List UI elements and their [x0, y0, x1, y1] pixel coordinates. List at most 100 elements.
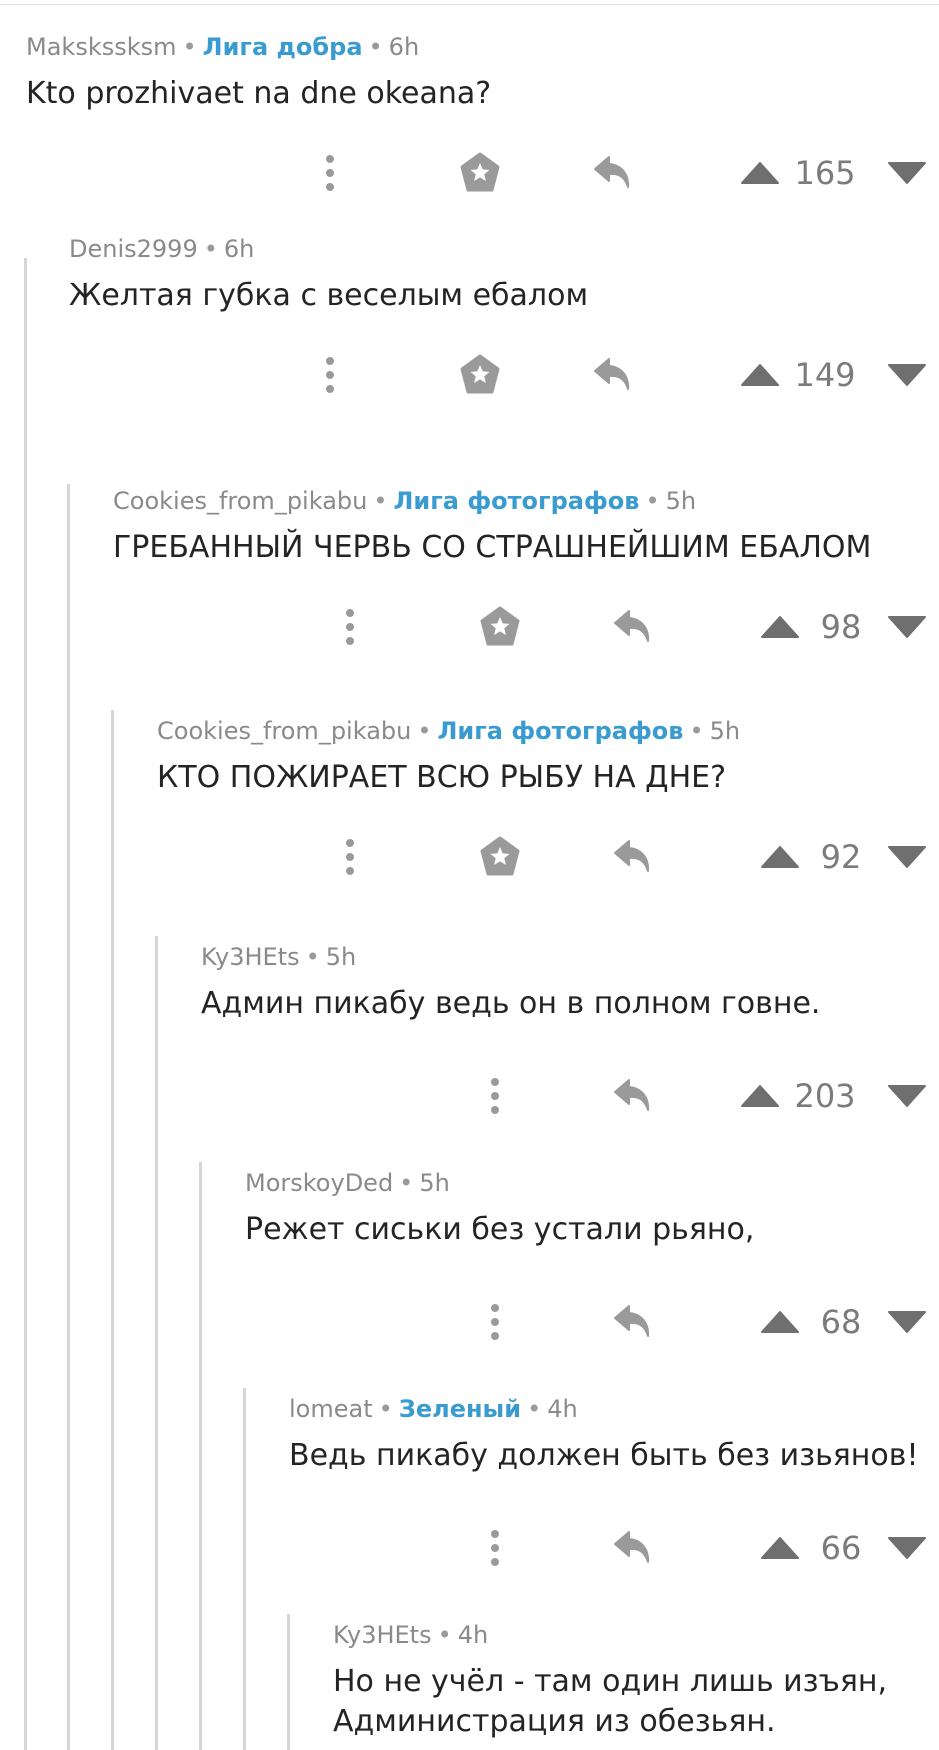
comment-time: 6h — [223, 235, 255, 263]
comment-text: Админ пикабу ведь он в полном говне. — [201, 984, 820, 1024]
separator-dot: • — [399, 1169, 414, 1197]
comment-actions: 98 — [0, 602, 939, 652]
more-vertical-icon[interactable] — [310, 350, 350, 400]
comment: Makskssksm • Лига добра • 6h Kto prozhivaet n… — [26, 30, 491, 114]
comment-time: 4h — [457, 1621, 489, 1649]
comment-text-line: Kto prozhivaet na dne okeana? — [26, 76, 492, 111]
thread-line[interactable] — [199, 1162, 202, 1750]
separator-dot: • — [417, 717, 432, 745]
more-vertical-icon[interactable] — [330, 832, 370, 882]
comment-author[interactable]: MorskoyDed — [245, 1169, 393, 1197]
save-star-icon[interactable] — [475, 602, 525, 652]
separator-dot: • — [437, 1621, 452, 1649]
comment-text: КТО ПОЖИРАЕТ ВСЮ РЫБУ НА ДНЕ? — [157, 758, 740, 798]
comment: lomeat • Зеленый • 4h Ведь пикабу должен быть… — [289, 1392, 919, 1476]
comment-score: 149 — [794, 356, 856, 394]
upvote-icon[interactable] — [758, 1523, 802, 1573]
downvote-icon[interactable] — [885, 832, 929, 882]
comment-text-line: КТО ПОЖИРАЕТ ВСЮ РЫБУ НА ДНЕ? — [157, 760, 727, 795]
comment-actions: 165 — [0, 148, 939, 198]
comment: Ky3HEts • 5h Админ пикабу ведь он в полном … — [201, 940, 820, 1024]
comment-actions: 68 — [0, 1297, 939, 1347]
comment-score: 203 — [794, 1077, 856, 1115]
comment-meta: Cookies_from_pikabu • Лига фотографов • 5h — [113, 484, 871, 518]
comment-meta: Ky3HEts • 4h — [333, 1618, 887, 1652]
comment-actions: 149 — [0, 350, 939, 400]
comment: MorskoyDed • 5h Режет сиськи без устали рья… — [245, 1166, 754, 1250]
comment-author[interactable]: Cookies_from_pikabu — [113, 487, 367, 515]
save-star-icon[interactable] — [455, 350, 505, 400]
downvote-icon[interactable] — [885, 1297, 929, 1347]
comment: Denis2999 • 6h Желтая губка с веселым ебало… — [69, 232, 588, 316]
comment-text-line: Режет сиськи без устали рьяно, — [245, 1212, 755, 1247]
downvote-icon[interactable] — [885, 350, 929, 400]
comment-time: 5h — [665, 487, 697, 515]
comment-time: 5h — [709, 717, 741, 745]
separator-dot: • — [305, 943, 320, 971]
comment-text-line: Желтая губка с веселым ебалом — [69, 278, 589, 313]
top-divider — [0, 4, 939, 5]
comment-score: 98 — [820, 608, 862, 646]
comment-text: Желтая губка с веселым ебалом — [69, 276, 588, 316]
comment-time: 5h — [325, 943, 357, 971]
save-star-icon[interactable] — [475, 832, 525, 882]
more-vertical-icon[interactable] — [475, 1071, 515, 1121]
upvote-icon[interactable] — [738, 1071, 782, 1121]
comment-score: 92 — [820, 838, 862, 876]
comment-meta: Cookies_from_pikabu • Лига фотографов • 5h — [157, 714, 740, 748]
more-vertical-icon[interactable] — [475, 1297, 515, 1347]
separator-dot: • — [689, 717, 704, 745]
downvote-icon[interactable] — [885, 148, 929, 198]
comment-text: Ведь пикабу должен быть без изьянов! — [289, 1436, 919, 1476]
reply-icon[interactable] — [608, 1071, 658, 1121]
comment-text: ГРЕБАННЫЙ ЧЕРВЬ СО СТРАШНЕЙШИМ ЕБАЛОМ — [113, 528, 871, 568]
comment-league[interactable]: Зеленый — [399, 1395, 521, 1423]
comment-author[interactable]: Makskssksm — [26, 33, 177, 61]
save-star-icon[interactable] — [455, 148, 505, 198]
comment-text: Kto prozhivaet na dne okeana? — [26, 74, 491, 114]
thread-line[interactable] — [287, 1614, 290, 1750]
separator-dot: • — [182, 33, 197, 61]
comment-text-line: ГРЕБАННЫЙ ЧЕРВЬ СО СТРАШНЕЙШИМ ЕБАЛОМ — [113, 530, 872, 565]
comment: Cookies_from_pikabu • Лига фотографов • 5h ГР… — [113, 484, 871, 568]
downvote-icon[interactable] — [885, 1071, 929, 1121]
comment-author[interactable]: Cookies_from_pikabu — [157, 717, 411, 745]
separator-dot: • — [527, 1395, 542, 1423]
comment-author[interactable]: lomeat — [289, 1395, 373, 1423]
comment-author[interactable]: Ky3HEts — [333, 1621, 432, 1649]
comment-league[interactable]: Лига фотографов — [438, 717, 684, 745]
upvote-icon[interactable] — [738, 350, 782, 400]
comment-time: 6h — [388, 33, 420, 61]
comment-text-line: Но не учёл - там один лишь изъян, — [333, 1664, 888, 1699]
comment-time: 5h — [419, 1169, 450, 1197]
more-vertical-icon[interactable] — [310, 148, 350, 198]
comment-meta: Makskssksm • Лига добра • 6h — [26, 30, 491, 64]
comment-time: 4h — [547, 1395, 578, 1423]
upvote-icon[interactable] — [758, 1297, 802, 1347]
more-vertical-icon[interactable] — [330, 602, 370, 652]
comment-text-line: Администрация из обезьян. — [333, 1704, 776, 1739]
separator-dot: • — [373, 487, 388, 515]
comment-author[interactable]: Ky3HEts — [201, 943, 300, 971]
comment-league[interactable]: Лига добра — [203, 33, 363, 61]
comment-actions: 203 — [0, 1071, 939, 1121]
reply-icon[interactable] — [608, 1523, 658, 1573]
upvote-icon[interactable] — [758, 602, 802, 652]
comment-meta: Denis2999 • 6h — [69, 232, 588, 266]
separator-dot: • — [645, 487, 660, 515]
comment-meta: Ky3HEts • 5h — [201, 940, 820, 974]
comment-league[interactable]: Лига фотографов — [394, 487, 640, 515]
downvote-icon[interactable] — [885, 602, 929, 652]
reply-icon[interactable] — [588, 148, 638, 198]
reply-icon[interactable] — [608, 832, 658, 882]
comment-author[interactable]: Denis2999 — [69, 235, 198, 263]
more-vertical-icon[interactable] — [475, 1523, 515, 1573]
comment-meta: MorskoyDed • 5h — [245, 1166, 754, 1200]
reply-icon[interactable] — [608, 1297, 658, 1347]
comment-actions: 92 — [0, 832, 939, 882]
downvote-icon[interactable] — [885, 1523, 929, 1573]
reply-icon[interactable] — [608, 602, 658, 652]
upvote-icon[interactable] — [758, 832, 802, 882]
reply-icon[interactable] — [588, 350, 638, 400]
upvote-icon[interactable] — [738, 148, 782, 198]
